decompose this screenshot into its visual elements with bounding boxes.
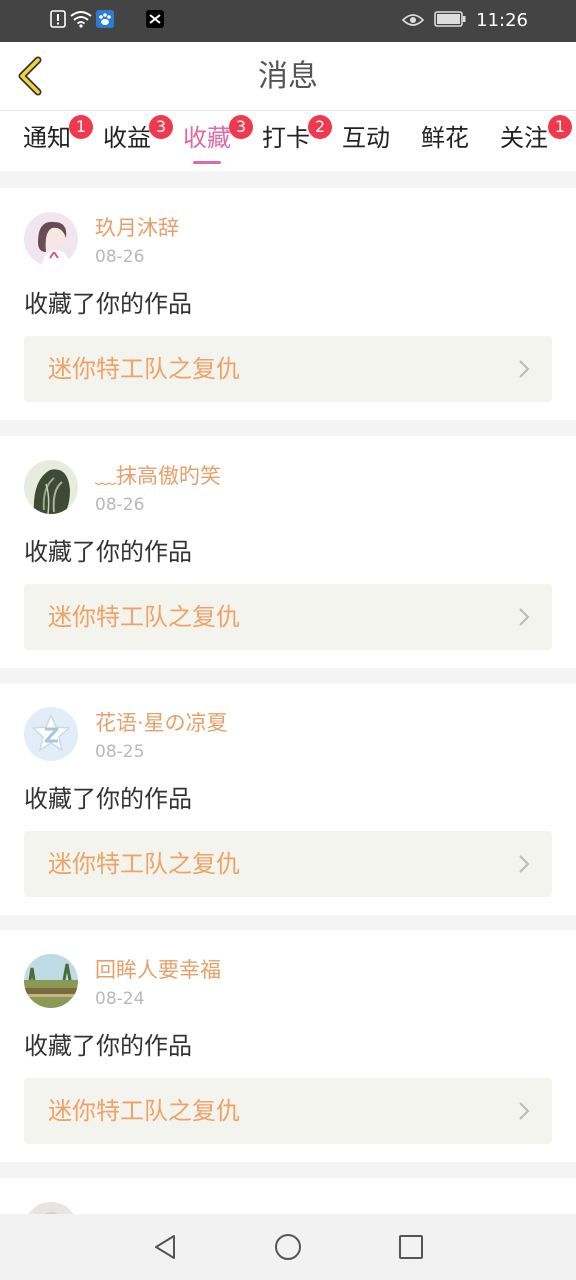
tab-badge: 1 [548,115,572,139]
tab-favorites[interactable]: 收藏 3 [183,115,253,164]
tab-label: 鲜花 [421,124,469,152]
tab-checkin[interactable]: 打卡 2 [262,115,332,163]
username[interactable]: ﹏抹高傲旳笑 [95,462,221,490]
message-date: 08-25 [95,742,145,762]
tab-interaction[interactable]: 互动 [342,123,390,163]
tab-earnings[interactable]: 收益 3 [103,115,173,163]
chevron-right-icon [519,855,530,873]
square-recents-icon [399,1235,423,1259]
work-title: 迷你特工队之复仇 [48,355,240,383]
nav-home-button[interactable] [273,1232,303,1262]
message-date: 08-24 [95,989,145,1009]
avatar[interactable] [24,212,78,266]
chevron-right-icon [519,608,530,626]
wifi-icon [70,10,92,32]
work-link[interactable]: 迷你特工队之复仇 [24,336,552,402]
header: 消息 [0,42,576,111]
work-link[interactable]: 迷你特工队之复仇 [24,831,552,897]
avatar[interactable] [24,954,78,1008]
message-action: 收藏了你的作品 [24,290,192,318]
tab-badge: 3 [149,115,173,139]
work-title: 迷你特工队之复仇 [48,603,240,631]
message-card: ﹏抹高傲旳笑 08-26 收藏了你的作品 迷你特工队之复仇 [0,436,576,668]
tab-badge: 2 [308,115,332,139]
username[interactable]: 回眸人要幸福 [95,956,221,984]
capcut-icon [146,10,164,32]
triangle-back-icon [155,1235,175,1259]
status-icons-left [50,10,164,32]
message-action: 收藏了你的作品 [24,785,192,813]
tab-flowers[interactable]: 鲜花 [421,123,469,163]
status-bar: 11:26 [0,0,576,42]
chevron-right-icon [519,1102,530,1120]
username[interactable]: 花语·星の凉夏 [95,709,228,737]
message-card: 花语·星の凉夏 08-25 收藏了你的作品 迷你特工队之复仇 [0,683,576,915]
page-title: 消息 [258,59,318,94]
baidu-icon [96,10,114,32]
tab-badge: 1 [69,115,93,139]
message-action: 收藏了你的作品 [24,538,192,566]
tab-bar: 通知 1 收益 3 收藏 3 打卡 2 互动 鲜花 关注 1 [0,111,576,171]
chevron-right-icon [519,360,530,378]
battery-icon [434,11,466,31]
message-action: 收藏了你的作品 [24,1032,192,1060]
tab-badge: 3 [229,115,253,139]
tab-label: 收益 [103,124,151,152]
work-link[interactable]: 迷你特工队之复仇 [24,584,552,650]
avatar[interactable] [24,1202,78,1214]
circle-home-icon [275,1234,301,1260]
active-tab-indicator [193,161,221,164]
status-icons-right: 11:26 [401,10,528,32]
nav-back-button[interactable] [150,1232,180,1262]
avatar[interactable] [24,707,78,761]
system-nav-bar [0,1214,576,1280]
message-card-partial [0,1178,576,1214]
avatar[interactable] [24,460,78,514]
tab-label: 通知 [23,124,71,152]
tab-label: 打卡 [262,124,310,152]
work-title: 迷你特工队之复仇 [48,850,240,878]
nav-recents-button[interactable] [396,1232,426,1262]
work-link[interactable]: 迷你特工队之复仇 [24,1078,552,1144]
status-time: 11:26 [476,10,528,31]
message-date: 08-26 [95,247,145,267]
tab-follow[interactable]: 关注 1 [500,115,572,163]
message-card: 回眸人要幸福 08-24 收藏了你的作品 迷你特工队之复仇 [0,930,576,1162]
work-title: 迷你特工队之复仇 [48,1097,240,1125]
message-date: 08-26 [95,495,145,515]
alert-icon [50,10,66,32]
tab-label: 收藏 [183,124,231,152]
tab-label: 互动 [342,124,390,152]
tab-label: 关注 [500,124,548,152]
username[interactable]: 玖月沐辞 [95,214,179,242]
message-card: 玖月沐辞 08-26 收藏了你的作品 迷你特工队之复仇 [0,188,576,420]
tab-notifications[interactable]: 通知 1 [23,115,93,163]
eye-icon [401,12,425,31]
